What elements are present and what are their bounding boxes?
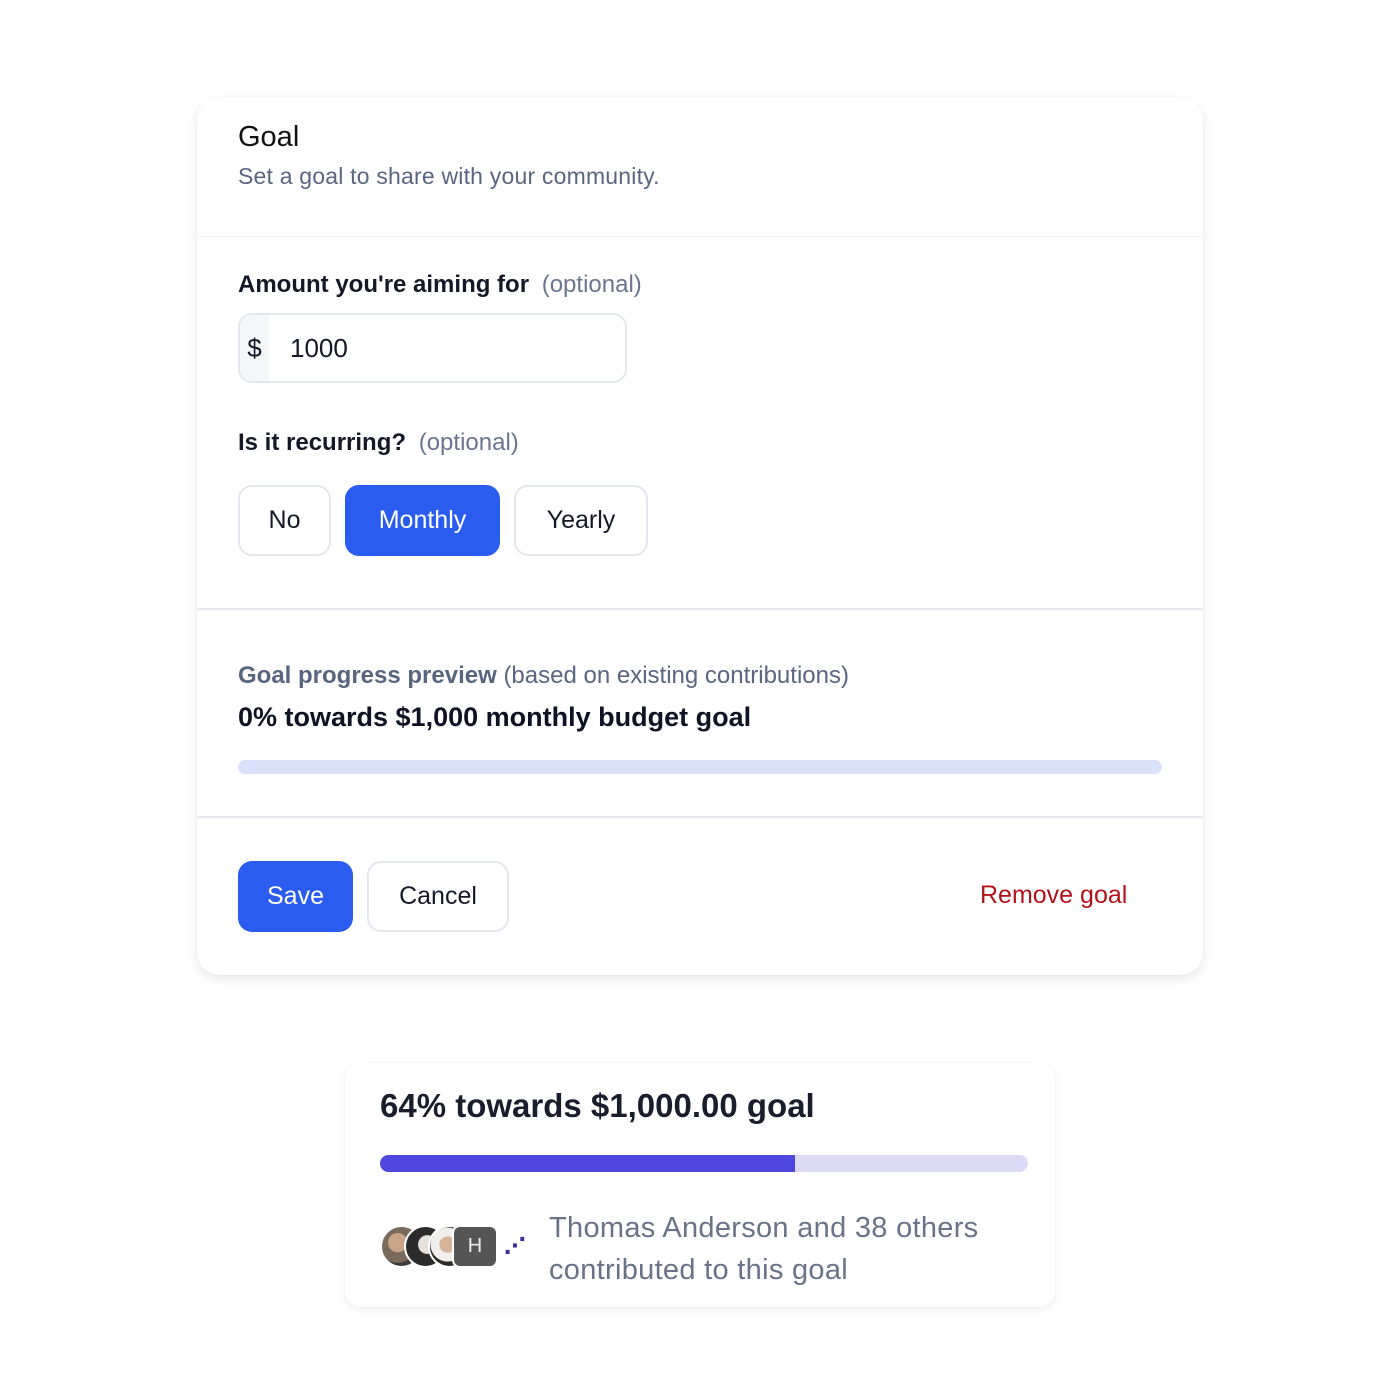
widget-progress-bar [380,1155,1028,1172]
amount-field: $ [238,313,627,383]
recurring-option-no[interactable]: No [238,485,331,556]
section-divider [197,608,1203,610]
recurring-label-text: Is it recurring? [238,429,407,456]
amount-label-text: Amount you're aiming for [238,271,530,298]
preview-progress-bar [238,760,1162,774]
section-divider [197,816,1203,818]
widget-headline: 64% towards $1,000.00 goal [380,1087,815,1124]
save-button[interactable]: Save [238,861,353,932]
currency-prefix: $ [240,315,269,381]
recurring-label: Is it recurring? (optional) [238,429,519,457]
preview-headline: 0% towards $1,000 monthly budget goal [238,702,752,732]
preview-label: Goal progress preview (based on existing… [238,662,849,690]
remove-goal-link[interactable]: Remove goal [980,881,1127,910]
goal-editor-card: Goal Set a goal to share with your commu… [197,97,1203,975]
contributors-caption: Thomas Anderson and 38 others contribute… [549,1212,979,1286]
amount-label: Amount you're aiming for (optional) [238,271,642,299]
card-title: Goal [238,121,300,153]
recurring-option-yearly[interactable]: Yearly [514,485,648,556]
card-header: Goal Set a goal to share with your commu… [197,97,1203,237]
widget-progress-fill [380,1155,795,1172]
amount-input[interactable] [269,315,625,381]
avatar: H [452,1225,498,1268]
preview-label-title: Goal progress preview [238,662,497,689]
cancel-button[interactable]: Cancel [367,861,509,932]
contributor-avatars[interactable]: H ⋰ [380,1225,526,1269]
card-subtitle: Set a goal to share with your community. [238,163,660,189]
amount-optional-hint: (optional) [541,271,642,298]
goal-progress-widget: 64% towards $1,000.00 goal H ⋰ Thomas An… [345,1063,1055,1307]
recurring-optional-hint: (optional) [418,429,519,456]
ellipsis-icon: ⋰ [504,1233,526,1258]
preview-label-note: (based on existing contributions) [503,662,849,689]
recurring-option-monthly[interactable]: Monthly [345,485,500,556]
